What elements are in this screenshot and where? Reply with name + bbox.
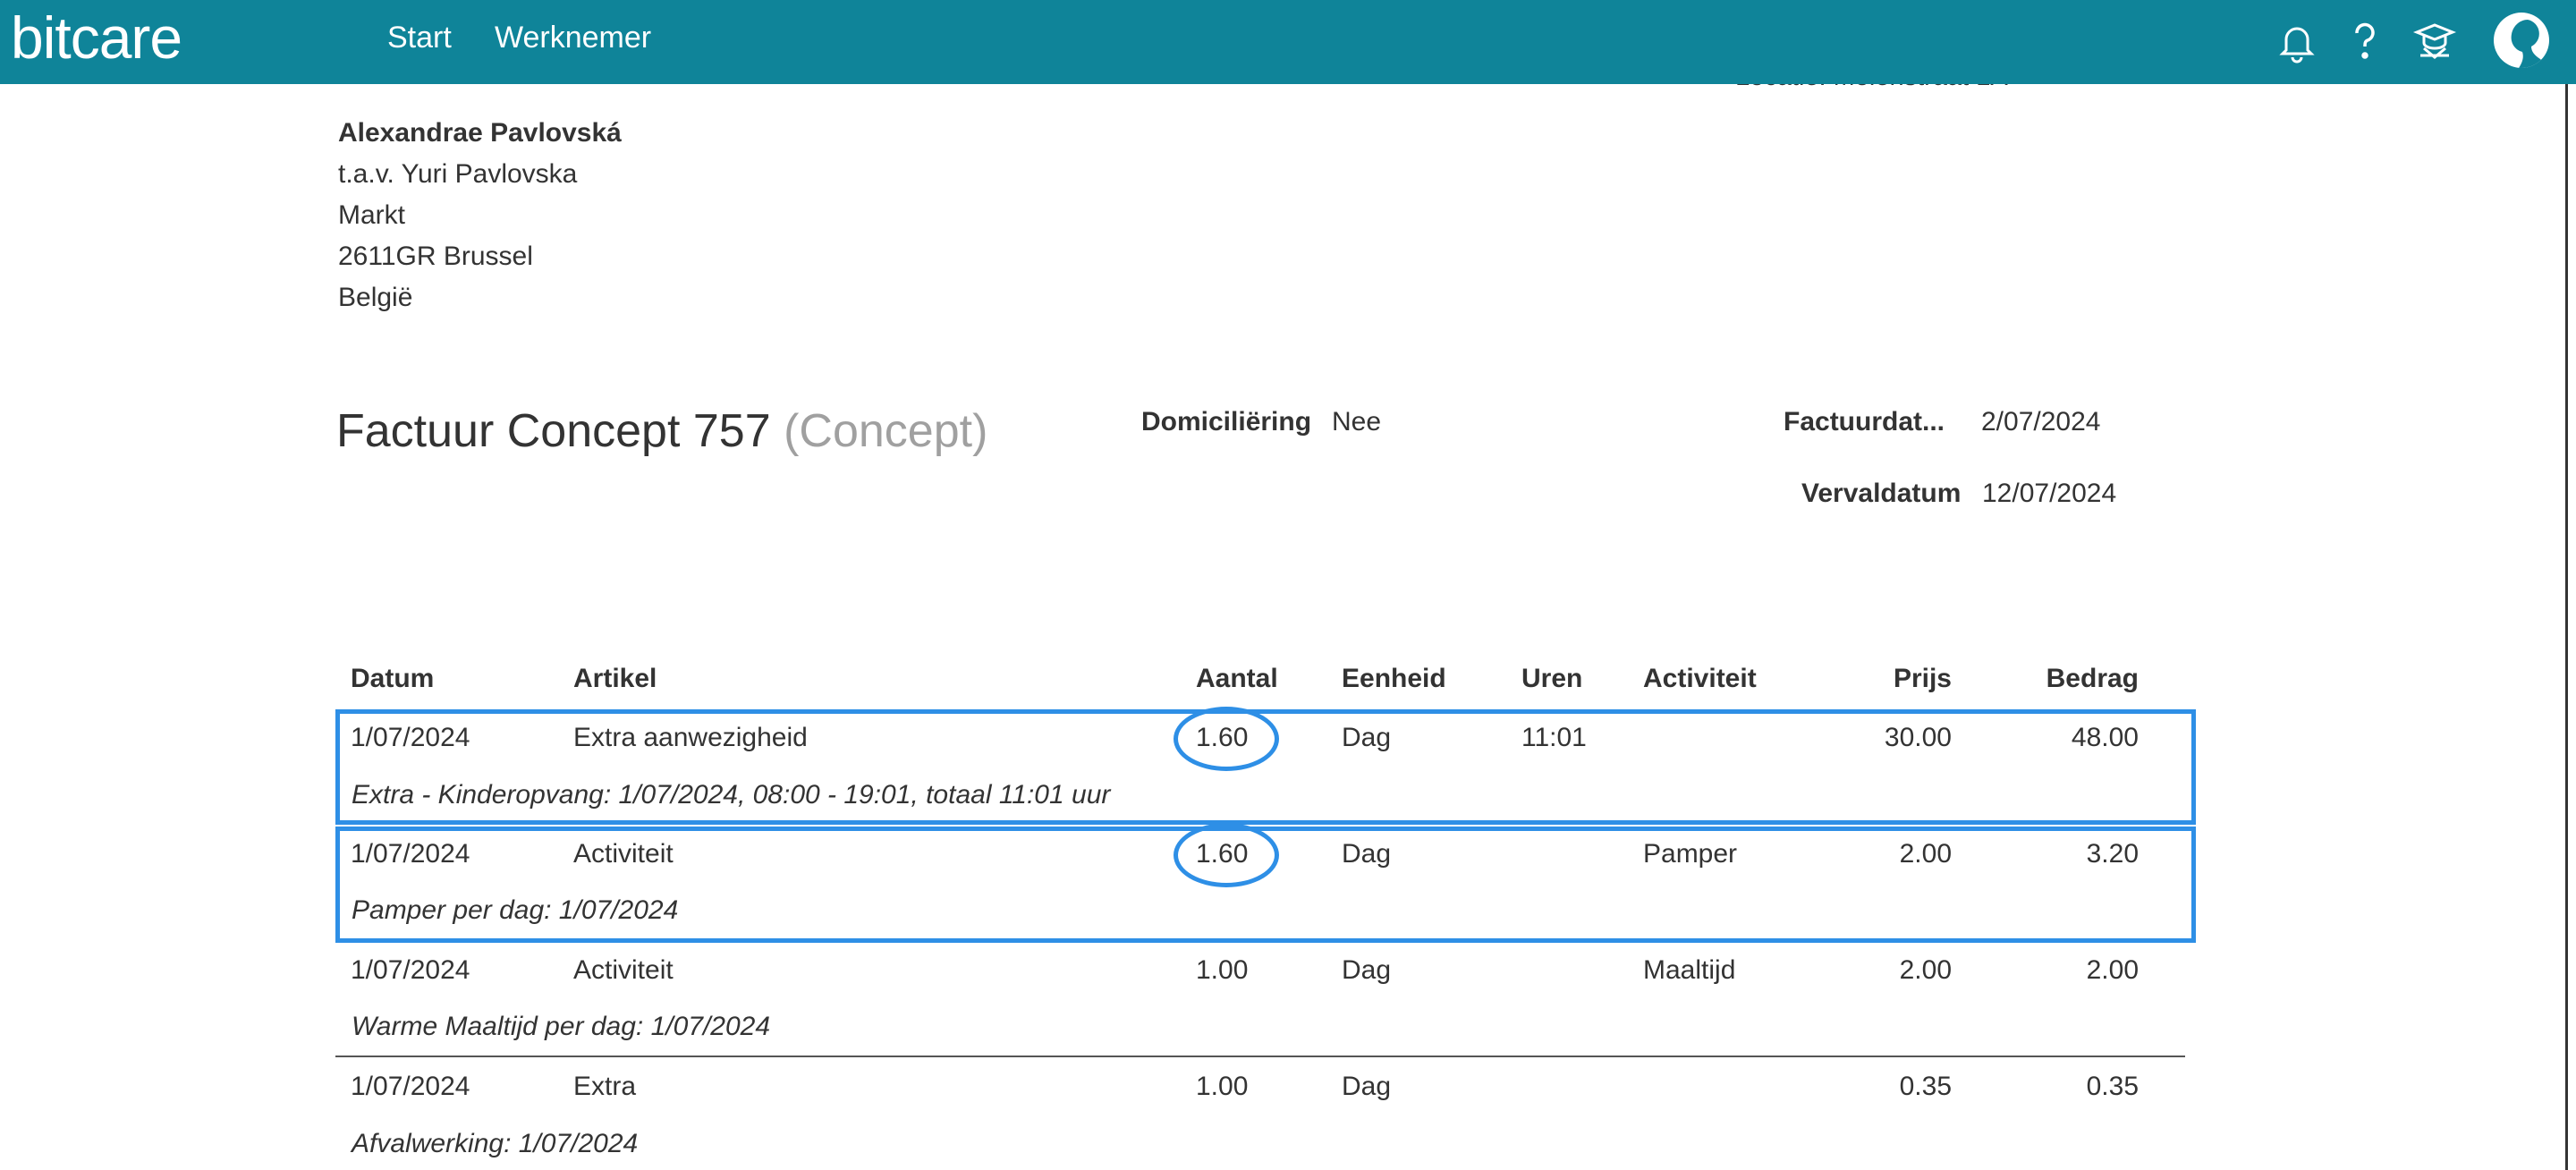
col-header-prijs: Prijs xyxy=(1893,664,1952,693)
recipient-name: Alexandrae Pavlovská xyxy=(338,118,622,148)
invoice-title-text: Factuur Concept 757 xyxy=(336,405,771,457)
factuurdatum-label: Factuurdat... xyxy=(1784,407,1945,437)
col-header-uren: Uren xyxy=(1521,664,1583,693)
cell-artikel: Extra xyxy=(573,1072,637,1101)
cell-prijs: 0.35 xyxy=(1899,1072,1952,1101)
col-header-activiteit: Activiteit xyxy=(1643,664,1757,693)
cell-aantal: 1.00 xyxy=(1196,1072,1249,1101)
cell-artikel: Activiteit xyxy=(573,955,674,985)
cell-bedrag: 0.35 xyxy=(2086,1072,2139,1101)
row-description: Afvalwerking: 1/07/2024 xyxy=(352,1129,639,1158)
address-line-city: 2611GR Brussel xyxy=(338,242,533,271)
address-line-attention: t.a.v. Yuri Pavlovska xyxy=(338,159,578,189)
help-icon[interactable] xyxy=(2342,18,2388,64)
invoice-status: (Concept) xyxy=(784,405,988,457)
cell-datum: 1/07/2024 xyxy=(351,955,470,985)
cell-datum: 1/07/2024 xyxy=(351,1072,470,1101)
cell-activiteit: Maaltijd xyxy=(1643,955,1736,985)
recipient-address: Alexandrae Pavlovská t.a.v. Yuri Pavlovs… xyxy=(338,113,622,318)
address-line-street: Markt xyxy=(338,200,405,230)
col-header-artikel: Artikel xyxy=(573,664,657,693)
address-line-country: België xyxy=(338,283,413,312)
cell-eenheid: Dag xyxy=(1342,1072,1392,1101)
graduation-icon[interactable] xyxy=(2411,18,2458,64)
app-logo[interactable]: bitcare xyxy=(11,4,182,72)
vervaldatum-value: 12/07/2024 xyxy=(1982,479,2117,508)
top-bar: bitcare Start Werknemer xyxy=(0,0,2576,84)
cell-aantal: 1.00 xyxy=(1196,955,1249,985)
vervaldatum-label: Vervaldatum xyxy=(1801,479,1962,508)
window-edge xyxy=(2565,84,2568,1170)
cell-prijs: 2.00 xyxy=(1899,955,1952,985)
col-header-datum: Datum xyxy=(351,664,435,693)
factuurdatum-value: 2/07/2024 xyxy=(1981,407,2101,437)
domiciliering-value: Nee xyxy=(1332,407,1382,437)
cell-eenheid: Dag xyxy=(1342,955,1392,985)
cell-bedrag: 2.00 xyxy=(2086,955,2139,985)
invoice-title: Factuur Concept 757 (Concept) xyxy=(336,404,987,458)
row-divider xyxy=(335,1056,2185,1057)
col-header-eenheid: Eenheid xyxy=(1342,664,1446,693)
highlight-ellipse-aantal-1 xyxy=(1174,707,1279,771)
nav-werknemer[interactable]: Werknemer xyxy=(495,21,651,55)
highlight-ellipse-aantal-2 xyxy=(1174,823,1279,887)
nav-start[interactable]: Start xyxy=(387,21,452,55)
avatar-icon[interactable] xyxy=(2494,13,2549,68)
bell-icon[interactable] xyxy=(2274,18,2320,64)
col-header-bedrag: Bedrag xyxy=(2046,664,2139,693)
col-header-aantal: Aantal xyxy=(1196,664,1278,693)
row-description: Warme Maaltijd per dag: 1/07/2024 xyxy=(352,1012,771,1041)
domiciliering-label: Domiciliëring xyxy=(1141,407,1312,437)
